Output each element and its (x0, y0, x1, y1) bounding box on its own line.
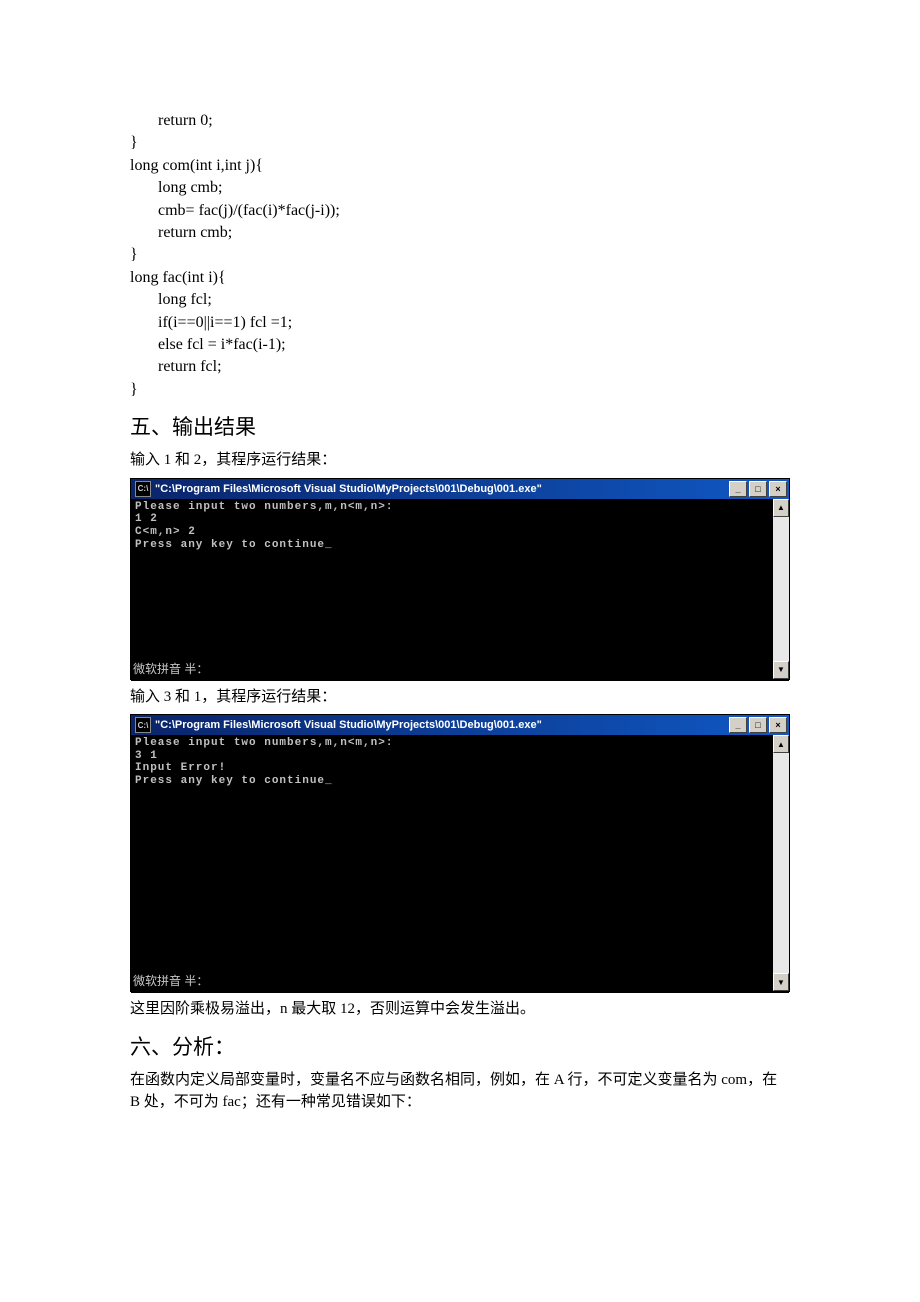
window-controls: _ □ × (729, 717, 787, 733)
scrollbar-1[interactable]: ▲ ▼ (773, 499, 789, 679)
overflow-note: 这里因阶乘极易溢出，n 最大取 12，否则运算中会发生溢出。 (130, 998, 790, 1021)
caption-run2: 输入 3 和 1，其程序运行结果： (130, 686, 790, 709)
console-window-1: C:\ "C:\Program Files\Microsoft Visual S… (130, 478, 790, 680)
ime-status-2: 微软拼音 半： (133, 972, 208, 989)
scrollbar-2[interactable]: ▲ ▼ (773, 735, 789, 991)
close-button[interactable]: × (769, 717, 787, 733)
title-text-1: "C:\Program Files\Microsoft Visual Studi… (155, 483, 729, 495)
scroll-track[interactable] (773, 517, 789, 661)
close-button[interactable]: × (769, 481, 787, 497)
title-text-2: "C:\Program Files\Microsoft Visual Studi… (155, 719, 729, 731)
titlebar-2: C:\ "C:\Program Files\Microsoft Visual S… (131, 715, 789, 735)
analysis-text: 在函数内定义局部变量时，变量名不应与函数名相同，例如，在 A 行，不可定义变量名… (130, 1069, 790, 1114)
section-5-heading: 五、输出结果 (130, 411, 790, 441)
scroll-up-icon[interactable]: ▲ (773, 735, 789, 753)
titlebar-1: C:\ "C:\Program Files\Microsoft Visual S… (131, 479, 789, 499)
maximize-button[interactable]: □ (749, 481, 767, 497)
caption-run1: 输入 1 和 2，其程序运行结果： (130, 449, 790, 472)
minimize-button[interactable]: _ (729, 481, 747, 497)
maximize-button[interactable]: □ (749, 717, 767, 733)
cmd-icon: C:\ (135, 481, 151, 497)
section-6-heading: 六、分析： (130, 1031, 790, 1061)
minimize-button[interactable]: _ (729, 717, 747, 733)
console-output-1: Please input two numbers,m,n<m,n>: 1 2 C… (131, 499, 789, 681)
console-output-2: Please input two numbers,m,n<m,n>: 3 1 I… (131, 735, 789, 993)
scroll-down-icon[interactable]: ▼ (773, 661, 789, 679)
code-listing: return 0; } long com(int i,int j){ long … (130, 110, 790, 401)
cmd-icon: C:\ (135, 717, 151, 733)
console-window-2: C:\ "C:\Program Files\Microsoft Visual S… (130, 714, 790, 992)
window-controls: _ □ × (729, 481, 787, 497)
scroll-down-icon[interactable]: ▼ (773, 973, 789, 991)
scroll-up-icon[interactable]: ▲ (773, 499, 789, 517)
ime-status-1: 微软拼音 半： (133, 660, 208, 677)
scroll-track[interactable] (773, 753, 789, 973)
